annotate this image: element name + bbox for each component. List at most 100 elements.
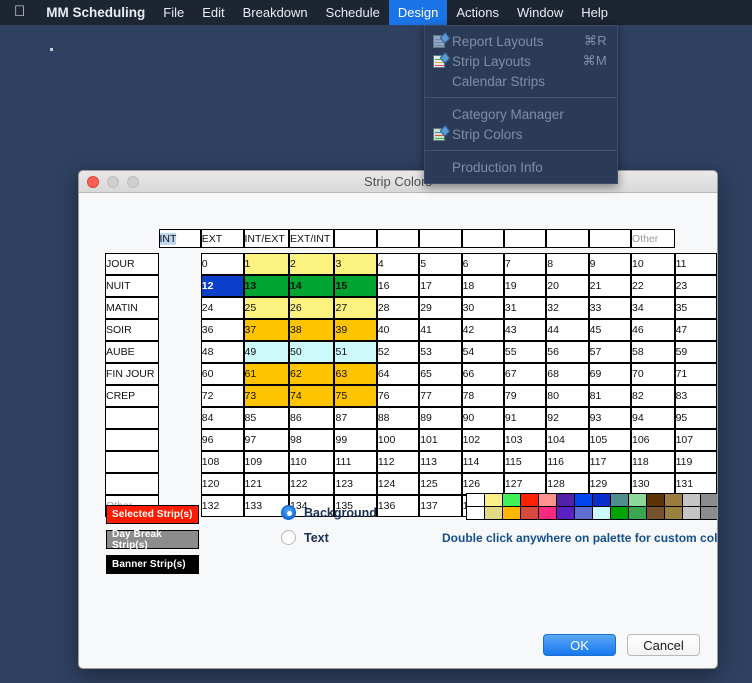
grid-cell-4[interactable]: 4 bbox=[376, 253, 420, 275]
legend-button-banner-strip-s-[interactable]: Banner Strip(s) bbox=[106, 555, 199, 574]
grid-cell-38[interactable]: 38 bbox=[289, 319, 335, 341]
grid-cell-49[interactable]: 49 bbox=[243, 341, 289, 363]
row-header-9[interactable] bbox=[105, 451, 159, 473]
grid-cell-73[interactable]: 73 bbox=[243, 385, 289, 407]
grid-cell-97[interactable]: 97 bbox=[243, 429, 289, 451]
grid-cell-103[interactable]: 103 bbox=[503, 429, 547, 451]
palette-swatch-1-3[interactable] bbox=[502, 493, 521, 507]
grid-cell-11[interactable]: 11 bbox=[674, 253, 717, 275]
grid-cell-41[interactable]: 41 bbox=[419, 319, 462, 341]
grid-cell-16[interactable]: 16 bbox=[376, 275, 420, 297]
grid-cell-81[interactable]: 81 bbox=[588, 385, 631, 407]
grid-cell-79[interactable]: 79 bbox=[503, 385, 547, 407]
column-header-7[interactable] bbox=[461, 229, 504, 248]
grid-cell-89[interactable]: 89 bbox=[419, 407, 462, 429]
grid-cell-107[interactable]: 107 bbox=[674, 429, 717, 451]
palette-swatch-2-2[interactable] bbox=[484, 506, 503, 520]
grid-cell-116[interactable]: 116 bbox=[546, 451, 589, 473]
palette-swatch-2-3[interactable] bbox=[502, 506, 521, 520]
grid-cell-82[interactable]: 82 bbox=[631, 385, 675, 407]
column-header-10[interactable] bbox=[588, 229, 631, 248]
grid-cell-46[interactable]: 46 bbox=[631, 319, 675, 341]
grid-cell-88[interactable]: 88 bbox=[376, 407, 420, 429]
palette-swatch-2-14[interactable] bbox=[700, 506, 717, 520]
grid-cell-77[interactable]: 77 bbox=[419, 385, 462, 407]
palette-swatch-1-11[interactable] bbox=[646, 493, 665, 507]
column-header-5[interactable] bbox=[376, 229, 420, 248]
grid-cell-29[interactable]: 29 bbox=[419, 297, 462, 319]
legend-button-day-break-strip-s-[interactable]: Day Break Strip(s) bbox=[106, 529, 199, 551]
palette-swatch-1-8[interactable] bbox=[592, 493, 611, 507]
grid-cell-42[interactable]: 42 bbox=[461, 319, 504, 341]
row-header-1[interactable]: NUIT bbox=[105, 275, 159, 297]
palette-swatch-2-12[interactable] bbox=[664, 506, 683, 520]
grid-cell-98[interactable]: 98 bbox=[289, 429, 335, 451]
grid-cell-91[interactable]: 91 bbox=[503, 407, 547, 429]
grid-cell-17[interactable]: 17 bbox=[419, 275, 462, 297]
palette-swatch-1-1[interactable] bbox=[466, 493, 485, 507]
minimize-button[interactable] bbox=[107, 176, 119, 188]
row-header-8[interactable] bbox=[105, 429, 159, 451]
grid-cell-125[interactable]: 125 bbox=[419, 473, 462, 495]
grid-cell-63[interactable]: 63 bbox=[334, 363, 377, 385]
grid-cell-109[interactable]: 109 bbox=[243, 451, 289, 473]
grid-cell-44[interactable]: 44 bbox=[546, 319, 589, 341]
menu-item-report-layouts[interactable]: Report Layouts ⌘R bbox=[425, 31, 617, 51]
grid-cell-78[interactable]: 78 bbox=[461, 385, 504, 407]
grid-cell-1[interactable]: 1 bbox=[243, 253, 289, 275]
column-header-3[interactable]: EXT/INT bbox=[289, 229, 335, 248]
grid-cell-52[interactable]: 52 bbox=[376, 341, 420, 363]
grid-cell-62[interactable]: 62 bbox=[289, 363, 335, 385]
menu-item-mm-scheduling[interactable]: MM Scheduling bbox=[37, 0, 154, 25]
grid-cell-15[interactable]: 15 bbox=[334, 275, 377, 297]
grid-cell-12[interactable]: 12 bbox=[200, 275, 244, 297]
grid-cell-93[interactable]: 93 bbox=[588, 407, 631, 429]
grid-cell-7[interactable]: 7 bbox=[503, 253, 547, 275]
column-header-9[interactable] bbox=[546, 229, 589, 248]
grid-cell-101[interactable]: 101 bbox=[419, 429, 462, 451]
grid-cell-70[interactable]: 70 bbox=[631, 363, 675, 385]
menu-item-breakdown[interactable]: Breakdown bbox=[234, 0, 317, 25]
palette-swatch-1-6[interactable] bbox=[556, 493, 575, 507]
row-header-4[interactable]: AUBE bbox=[105, 341, 159, 363]
close-button[interactable] bbox=[87, 176, 99, 188]
grid-cell-58[interactable]: 58 bbox=[631, 341, 675, 363]
grid-cell-120[interactable]: 120 bbox=[200, 473, 244, 495]
row-header-10[interactable] bbox=[105, 473, 159, 495]
grid-cell-23[interactable]: 23 bbox=[674, 275, 717, 297]
radio-button-text[interactable] bbox=[281, 530, 296, 545]
grid-cell-32[interactable]: 32 bbox=[546, 297, 589, 319]
grid-cell-85[interactable]: 85 bbox=[243, 407, 289, 429]
row-header-7[interactable] bbox=[105, 407, 159, 429]
palette-swatch-2-5[interactable] bbox=[538, 506, 557, 520]
grid-cell-0[interactable]: 0 bbox=[200, 253, 244, 275]
grid-cell-31[interactable]: 31 bbox=[503, 297, 547, 319]
grid-cell-137[interactable]: 137 bbox=[419, 495, 462, 517]
grid-cell-50[interactable]: 50 bbox=[289, 341, 335, 363]
grid-cell-75[interactable]: 75 bbox=[334, 385, 377, 407]
color-palette[interactable] bbox=[466, 493, 717, 520]
palette-swatch-1-9[interactable] bbox=[610, 493, 629, 507]
menu-item-category-manager[interactable]: Category Manager bbox=[425, 104, 617, 124]
legend-button-selected-strip-s-[interactable]: Selected Strip(s) bbox=[106, 505, 199, 524]
menu-item-design[interactable]: Design bbox=[388, 0, 448, 25]
grid-cell-69[interactable]: 69 bbox=[588, 363, 631, 385]
grid-cell-130[interactable]: 130 bbox=[631, 473, 675, 495]
grid-cell-114[interactable]: 114 bbox=[461, 451, 504, 473]
grid-cell-87[interactable]: 87 bbox=[334, 407, 377, 429]
grid-cell-106[interactable]: 106 bbox=[631, 429, 675, 451]
menu-item-window[interactable]: Window bbox=[508, 0, 572, 25]
grid-cell-71[interactable]: 71 bbox=[674, 363, 717, 385]
grid-cell-113[interactable]: 113 bbox=[419, 451, 462, 473]
grid-cell-68[interactable]: 68 bbox=[546, 363, 589, 385]
grid-cell-61[interactable]: 61 bbox=[243, 363, 289, 385]
grid-cell-53[interactable]: 53 bbox=[419, 341, 462, 363]
grid-cell-121[interactable]: 121 bbox=[243, 473, 289, 495]
palette-swatch-2-6[interactable] bbox=[556, 506, 575, 520]
palette-swatch-1-14[interactable] bbox=[700, 493, 717, 507]
menu-item-strip-colors[interactable]: Strip Colors bbox=[425, 124, 617, 144]
grid-cell-22[interactable]: 22 bbox=[631, 275, 675, 297]
grid-cell-124[interactable]: 124 bbox=[376, 473, 420, 495]
radio-button-background[interactable] bbox=[281, 505, 296, 520]
palette-swatch-2-1[interactable] bbox=[466, 506, 485, 520]
